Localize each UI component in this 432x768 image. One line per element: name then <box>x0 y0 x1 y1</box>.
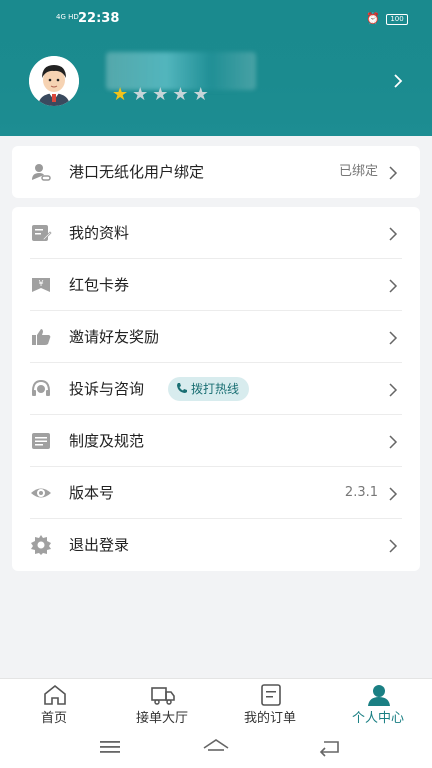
tab-my-orders[interactable]: 我的订单 <box>216 679 324 727</box>
svg-text:¥: ¥ <box>38 279 43 288</box>
menu-label: 投诉与咨询 <box>69 380 145 398</box>
bind-row[interactable]: 港口无纸化用户绑定 已绑定 <box>12 146 420 198</box>
edit-doc-icon <box>30 222 52 244</box>
menu-label: 红包卡券 <box>69 276 130 294</box>
system-nav-bar <box>0 726 432 768</box>
chevron-right-icon <box>388 330 398 345</box>
menu-icon[interactable] <box>96 736 124 758</box>
eye-icon <box>30 482 52 504</box>
chevron-right-icon <box>388 538 398 553</box>
avatar[interactable] <box>28 56 92 106</box>
chevron-right-icon <box>388 278 398 293</box>
call-hotline-button[interactable]: 拨打热线 <box>168 377 250 401</box>
tab-label: 接单大厅 <box>135 711 188 726</box>
chevron-right-icon <box>388 486 398 501</box>
profile-header: 4G HD 22:38 ⏰ 100 ★★★★★ <box>0 0 432 136</box>
menu-item-version[interactable]: 版本号 2.3.1 <box>12 467 420 519</box>
hotline-label: 拨打热线 <box>191 382 240 396</box>
thumbs-up-icon <box>30 326 52 348</box>
network-indicator: 4G HD <box>56 13 79 21</box>
menu-item-complaints[interactable]: 投诉与咨询 拨打热线 <box>12 363 420 415</box>
home-nav-icon[interactable] <box>202 736 230 758</box>
menu-item-coupons[interactable]: ¥ 红包卡券 <box>12 259 420 311</box>
tab-personal-center[interactable]: 个人中心 <box>324 679 432 727</box>
bottom-tab-bar: 首页 接单大厅 我的订单 个人中心 <box>0 678 432 726</box>
battery-indicator: 100 <box>386 14 408 25</box>
chevron-right-icon <box>388 165 398 180</box>
person-icon <box>367 684 391 706</box>
coupon-icon: ¥ <box>30 274 52 296</box>
menu-item-invite[interactable]: 邀请好友奖励 <box>12 311 420 363</box>
truck-icon <box>151 684 175 706</box>
bind-label: 港口无纸化用户绑定 <box>69 163 205 181</box>
alarm-icon: ⏰ <box>366 12 380 25</box>
menu-label: 我的资料 <box>69 224 130 242</box>
version-value: 2.3.1 <box>344 485 378 500</box>
menu-label: 制度及规范 <box>69 432 145 450</box>
document-icon <box>30 430 52 452</box>
tab-home[interactable]: 首页 <box>0 679 108 727</box>
status-bar: 4G HD 22:38 ⏰ 100 <box>0 10 432 30</box>
bind-status: 已绑定 <box>338 164 378 179</box>
chevron-right-icon <box>388 382 398 397</box>
menu-label: 邀请好友奖励 <box>69 328 160 346</box>
gear-icon <box>30 534 52 556</box>
menu-label: 版本号 <box>69 484 115 502</box>
star-icon: ★ <box>172 84 193 105</box>
order-icon <box>259 684 283 706</box>
star-icon: ★ <box>152 84 173 105</box>
home-icon <box>43 684 67 706</box>
menu-item-profile[interactable]: 我的资料 <box>12 207 420 259</box>
chevron-right-icon[interactable] <box>392 74 404 88</box>
star-icon: ★ <box>192 84 213 105</box>
tab-label: 首页 <box>40 711 67 726</box>
menu-label: 退出登录 <box>69 536 130 554</box>
star-icon: ★ <box>112 84 133 105</box>
tab-label: 个人中心 <box>351 711 404 726</box>
headset-icon <box>30 378 52 400</box>
menu-item-policies[interactable]: 制度及规范 <box>12 415 420 467</box>
menu-card: 我的资料 ¥ 红包卡券 邀请好友奖励 投诉与咨询 拨打热线 制度及规范 版本号 … <box>12 207 420 571</box>
star-icon: ★ <box>132 84 153 105</box>
bind-card: 港口无纸化用户绑定 已绑定 <box>12 146 420 198</box>
tab-order-hall[interactable]: 接单大厅 <box>108 679 216 727</box>
chevron-right-icon <box>388 226 398 241</box>
chevron-right-icon <box>388 434 398 449</box>
back-icon[interactable] <box>316 736 344 758</box>
menu-item-logout[interactable]: 退出登录 <box>12 519 420 571</box>
status-time: 22:38 <box>78 11 120 26</box>
rating-stars: ★★★★★ <box>112 84 213 105</box>
tab-label: 我的订单 <box>243 711 296 726</box>
user-link-icon <box>30 161 52 183</box>
phone-icon <box>176 378 188 393</box>
